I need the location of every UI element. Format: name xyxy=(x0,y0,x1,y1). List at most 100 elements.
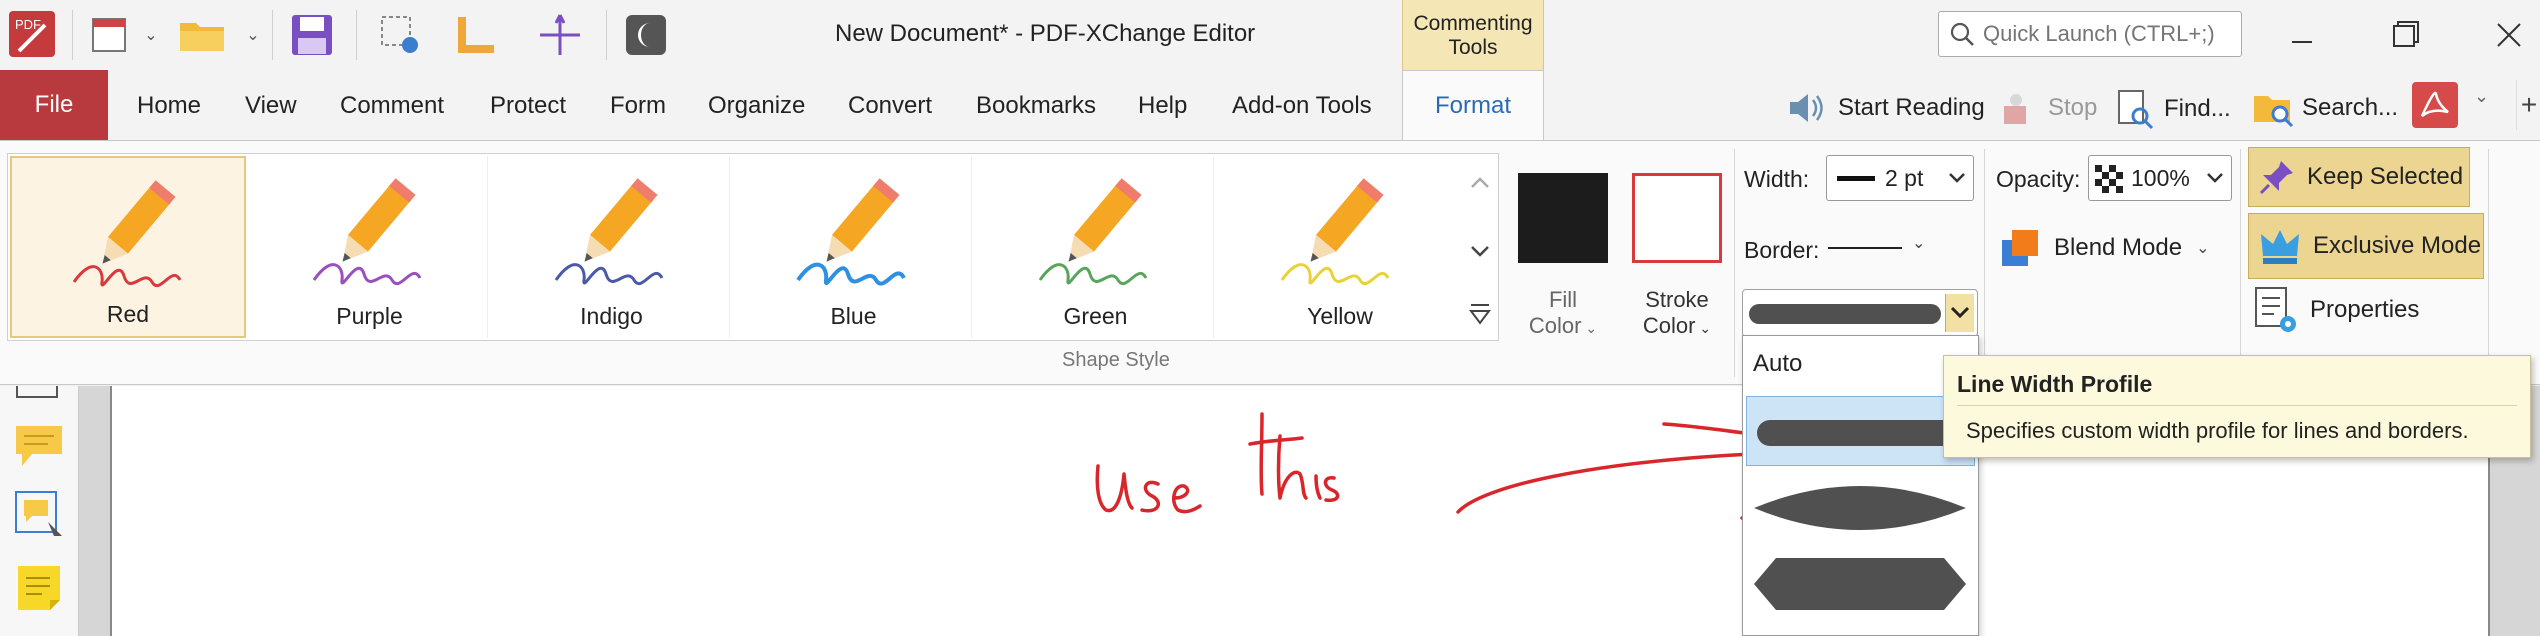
indigo-pencil-icon xyxy=(554,178,664,286)
pin-icon xyxy=(2259,161,2293,195)
properties-icon xyxy=(2255,287,2296,332)
measure-icon[interactable] xyxy=(446,6,506,64)
format-ribbon: Red Purple Indigo Blue Green Yellow Shap… xyxy=(0,140,2540,385)
chevron-down-icon xyxy=(1949,173,1965,183)
dropdown-option-tapered[interactable] xyxy=(1746,472,1975,542)
style-purple[interactable]: Purple xyxy=(252,156,488,338)
dropdown-option-uniform[interactable] xyxy=(1746,396,1975,466)
blend-mode-icon xyxy=(2002,230,2038,266)
open-folder-icon[interactable] xyxy=(174,6,230,64)
quick-launch-input[interactable] xyxy=(1981,20,2235,48)
border-dropdown-icon: ⌄ xyxy=(1912,235,1926,252)
style-green[interactable]: Green xyxy=(978,156,1214,338)
left-toolbar xyxy=(0,386,79,636)
stop-label: Stop xyxy=(2048,94,2098,121)
style-yellow[interactable]: Yellow xyxy=(1220,156,1460,338)
chevron-down-icon xyxy=(2207,173,2223,183)
menu-home[interactable]: Home xyxy=(137,92,201,120)
menu-view[interactable]: View xyxy=(245,92,297,120)
menu-bookmarks[interactable]: Bookmarks xyxy=(976,92,1096,120)
acrobat-dropdown-icon[interactable]: ⌄ xyxy=(2474,86,2489,107)
acrobat-icon[interactable] xyxy=(2412,82,2458,128)
menu-add-on-tools[interactable]: Add-on Tools xyxy=(1232,92,1372,120)
border-combo[interactable]: ⌄ xyxy=(1826,233,1926,263)
style-blue[interactable]: Blue xyxy=(736,156,972,338)
file-menu[interactable]: File xyxy=(0,70,108,140)
snapshot-icon[interactable] xyxy=(372,6,428,64)
stop-button[interactable]: Stop xyxy=(2000,88,2097,128)
menu-organize[interactable]: Organize xyxy=(708,92,805,120)
properties-label: Properties xyxy=(2310,296,2420,323)
open-dropdown-icon[interactable]: ⌄ xyxy=(242,6,264,64)
dark-mode-icon[interactable] xyxy=(618,6,674,64)
app-logo-icon[interactable]: PDF xyxy=(4,6,62,64)
shape-style-group-label: Shape Style xyxy=(1062,349,1170,371)
minimize-button[interactable] xyxy=(2272,12,2332,58)
keep-selected-button[interactable]: Keep Selected xyxy=(2248,147,2470,207)
stroke-color-label-2: Color xyxy=(1642,313,1696,338)
chevron-down-icon[interactable] xyxy=(1945,294,1974,332)
gallery-scrollbar[interactable] xyxy=(1462,153,1498,341)
blue-pencil-icon xyxy=(796,178,906,286)
exclusive-mode-button[interactable]: Exclusive Mode xyxy=(2248,213,2484,279)
style-label-green: Green xyxy=(1063,303,1128,329)
folder-search-icon xyxy=(2254,96,2294,128)
gallery-scroll-up-icon[interactable] xyxy=(1471,177,1489,188)
menu-bar: File Home View Comment Protect Form Orga… xyxy=(0,70,2540,142)
close-button[interactable] xyxy=(2478,12,2538,58)
stroke-color-label: Stroke xyxy=(1645,287,1709,312)
shape-style-gallery: Red Purple Indigo Blue Green Yellow xyxy=(7,153,1499,341)
stroke-color-button[interactable]: Stroke Color ⌄ xyxy=(1618,287,1736,341)
menu-comment[interactable]: Comment xyxy=(340,92,444,120)
crosshair-icon[interactable] xyxy=(532,6,588,64)
blend-mode-button[interactable]: Blend Mode ⌄ xyxy=(2000,223,2216,273)
stroke-color-swatch[interactable] xyxy=(1632,173,1722,263)
fill-color-button[interactable]: Fill Color ⌄ xyxy=(1506,287,1620,341)
opacity-combo[interactable]: 100% xyxy=(2088,155,2232,201)
menu-form[interactable]: Form xyxy=(610,92,666,120)
commenting-tools-context-tab: Commenting Tools xyxy=(1402,0,1544,70)
style-indigo[interactable]: Indigo xyxy=(494,156,730,338)
start-reading-button[interactable]: Start Reading xyxy=(1786,88,1985,128)
menu-help[interactable]: Help xyxy=(1138,92,1187,120)
yellow-pencil-icon xyxy=(1280,178,1390,286)
tooltip-title: Line Width Profile xyxy=(1957,371,2153,397)
svg-text:PDF: PDF xyxy=(15,17,41,32)
save-icon[interactable] xyxy=(284,6,340,64)
crown-icon xyxy=(2261,230,2299,264)
gallery-scroll-down-icon[interactable] xyxy=(1471,246,1489,257)
dropdown-option-auto[interactable]: Auto xyxy=(1753,350,1802,378)
pin-icon[interactable]: + xyxy=(2516,80,2540,130)
tooltip: Line Width Profile Specifies custom widt… xyxy=(1943,355,2531,458)
checkerboard-icon xyxy=(2095,165,2123,193)
search-icon xyxy=(1950,22,1974,46)
find-button[interactable]: Find... xyxy=(2116,88,2231,130)
opacity-label: Opacity: xyxy=(1996,166,2081,192)
style-label-red: Red xyxy=(106,301,150,327)
dropdown-option-hexagon[interactable] xyxy=(1746,548,1975,618)
style-red[interactable]: Red xyxy=(10,156,246,338)
new-dropdown-icon[interactable]: ⌄ xyxy=(140,6,162,64)
find-label: Find... xyxy=(2164,95,2231,122)
list-icon[interactable] xyxy=(16,386,58,398)
comment-icon[interactable] xyxy=(14,424,64,468)
search-button[interactable]: Search... xyxy=(2252,88,2398,128)
style-label-indigo: Indigo xyxy=(580,303,643,329)
quick-launch-box[interactable] xyxy=(1938,11,2242,57)
blend-mode-label: Blend Mode xyxy=(2054,234,2183,261)
menu-convert[interactable]: Convert xyxy=(848,92,932,120)
sticky-note-icon[interactable] xyxy=(16,564,62,612)
gallery-expand-icon[interactable] xyxy=(1469,304,1491,325)
line-width-profile-combo[interactable] xyxy=(1742,289,1978,337)
maximize-button[interactable] xyxy=(2374,12,2434,58)
select-comments-icon[interactable] xyxy=(14,490,66,540)
red-pencil-icon xyxy=(72,180,182,288)
style-label-purple: Purple xyxy=(336,303,403,329)
width-combo[interactable]: 2 pt xyxy=(1826,155,1974,201)
window-title: New Document* - PDF-XChange Editor xyxy=(835,20,1256,47)
fill-color-swatch[interactable] xyxy=(1518,173,1608,263)
new-document-icon[interactable] xyxy=(84,6,134,64)
properties-button[interactable]: Properties xyxy=(2254,285,2419,335)
tab-format[interactable]: Format xyxy=(1402,70,1544,142)
menu-protect[interactable]: Protect xyxy=(490,92,566,120)
